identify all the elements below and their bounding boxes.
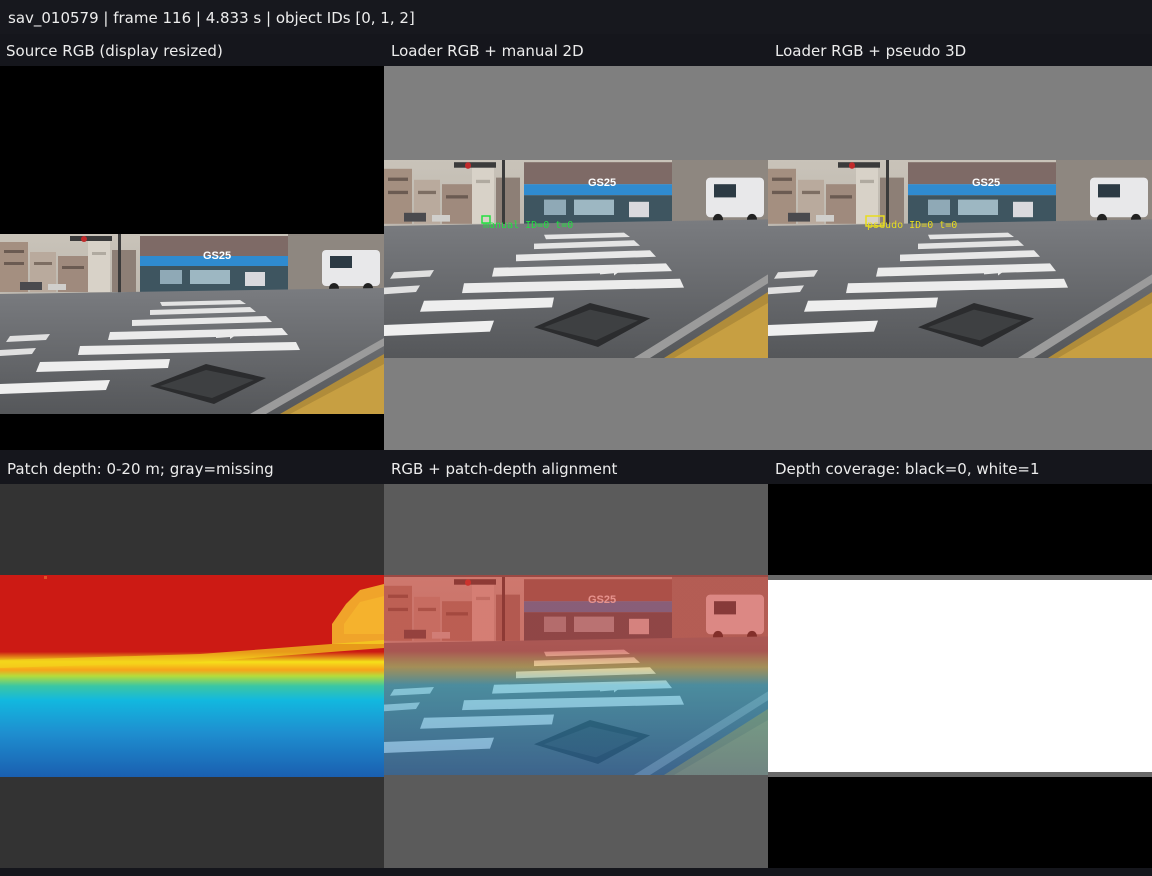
depth-coverage-map — [768, 575, 1152, 777]
pseudo-annotation-label: pseudo ID=0 t=0 — [867, 220, 957, 231]
panel-label-coverage: Depth coverage: black=0, white=1 — [775, 460, 1040, 478]
pseudo-3d-image: GS25 pseudo ID=0 t=0 — [768, 160, 1152, 358]
title-bar: sav_010579 | frame 116 | 4.833 s | objec… — [0, 0, 1152, 34]
store-sign-text: GS25 — [588, 177, 616, 189]
patch-depth-pane — [0, 484, 384, 868]
source-rgb-image: GS25 — [0, 234, 384, 414]
panel-label-alignment: RGB + patch-depth alignment — [391, 460, 618, 478]
depth-coverage-pane — [768, 484, 1152, 868]
pseudo-3d-pane: GS25 pseudo ID=0 t=0 — [768, 66, 1152, 450]
patch-depth-map — [0, 575, 384, 777]
manual-2d-image: GS25 manual ID=0 t=0 — [384, 160, 768, 358]
store-sign-text: GS25 — [972, 177, 1000, 189]
manual-annotation-label: manual ID=0 t=0 — [483, 220, 573, 231]
panel-label-patch-depth: Patch depth: 0-20 m; gray=missing — [7, 460, 274, 478]
alignment-image: GS25 — [384, 575, 768, 775]
frame-title: sav_010579 | frame 116 | 4.833 s | objec… — [8, 9, 415, 27]
panel-label-source-rgb: Source RGB (display resized) — [6, 42, 223, 60]
source-rgb-pane: GS25 — [0, 66, 384, 450]
panel-label-pseudo-3d: Loader RGB + pseudo 3D — [775, 42, 967, 60]
store-sign-text: GS25 — [203, 250, 231, 262]
panel-label-manual-2d: Loader RGB + manual 2D — [391, 42, 584, 60]
alignment-pane: GS25 — [384, 484, 768, 868]
manual-2d-pane: GS25 manual ID=0 t=0 — [384, 66, 768, 450]
